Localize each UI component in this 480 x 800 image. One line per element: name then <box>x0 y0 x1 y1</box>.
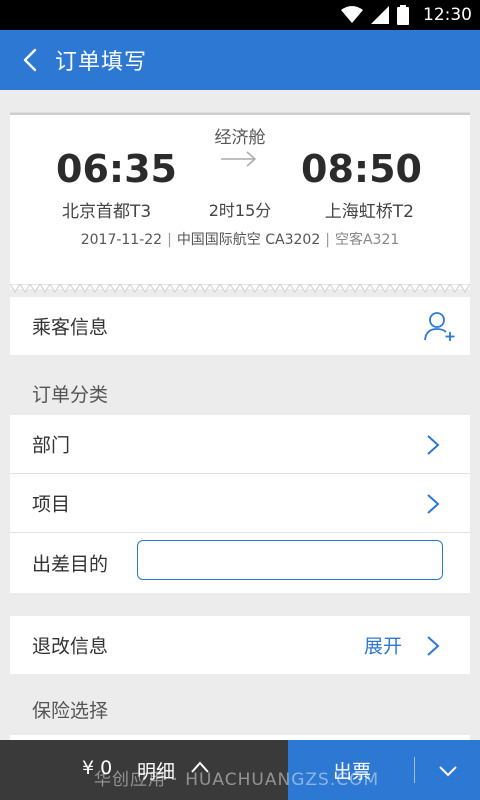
flight-date: 2017-11-22 <box>80 232 163 248</box>
status-time: 12:30 <box>423 5 472 25</box>
right-arrow-icon <box>221 151 257 167</box>
chevron-up-icon[interactable] <box>190 760 210 774</box>
issue-ticket-label: 出票 <box>333 761 372 783</box>
status-icons: 12:30 <box>341 4 472 26</box>
chevron-right-icon <box>427 636 440 656</box>
refund-change-label: 退改信息 <box>32 635 109 658</box>
airline-flight-number: 中国国际航空 CA3202 <box>176 232 321 248</box>
flight-info: 2017-11-22 | 中国国际航空 CA3202 | 空客A321 <box>10 229 470 249</box>
passenger-info-row[interactable]: 乘客信息 <box>10 297 470 355</box>
arrival-airport: 上海虹桥T2 <box>324 202 414 222</box>
total-price: ¥ 0 <box>82 757 113 779</box>
signal-icon <box>371 6 389 24</box>
wifi-icon <box>341 6 363 23</box>
back-arrow-icon[interactable] <box>18 47 44 73</box>
refund-change-row[interactable]: 退改信息 展开 <box>10 616 470 674</box>
price-detail-button[interactable]: 明细 <box>137 757 175 784</box>
chevron-right-icon <box>427 435 440 455</box>
status-bar: 12:30 <box>0 0 480 30</box>
project-label: 项目 <box>32 493 71 516</box>
arrival-time: 08:50 <box>301 147 422 191</box>
app-bar: 订单填写 <box>0 30 480 90</box>
order-category-heading: 订单分类 <box>32 384 109 406</box>
trip-purpose-label: 出差目的 <box>32 553 109 576</box>
insurance-heading: 保险选择 <box>32 700 109 722</box>
trip-purpose-input[interactable] <box>137 540 443 580</box>
flight-ticket-card: 经济舱 06:35 08:50 北京首都T3 2时15分 上海虹桥T2 2017… <box>10 113 470 289</box>
passenger-info-label: 乘客信息 <box>32 316 109 339</box>
project-row[interactable]: 项目 <box>10 474 470 532</box>
trip-purpose-row: 出差目的 <box>10 533 470 593</box>
aircraft-type: 空客A321 <box>334 232 400 248</box>
separator: | <box>167 232 172 248</box>
add-passenger-icon[interactable] <box>424 310 456 342</box>
ticket-zigzag-edge <box>10 284 470 293</box>
separator <box>414 757 415 783</box>
cabin-class: 经济舱 <box>214 128 266 148</box>
chevron-right-icon <box>427 494 440 514</box>
ticket-shadow <box>10 113 470 115</box>
battery-icon <box>397 5 409 25</box>
separator: | <box>325 232 330 248</box>
page-title: 订单填写 <box>55 50 148 75</box>
department-label: 部门 <box>32 434 71 457</box>
departure-time: 06:35 <box>56 147 177 191</box>
expand-link[interactable]: 展开 <box>364 632 402 659</box>
chevron-down-icon[interactable] <box>438 765 458 777</box>
department-row[interactable]: 部门 <box>10 415 470 473</box>
issue-ticket-button[interactable]: 出票 <box>288 740 480 800</box>
